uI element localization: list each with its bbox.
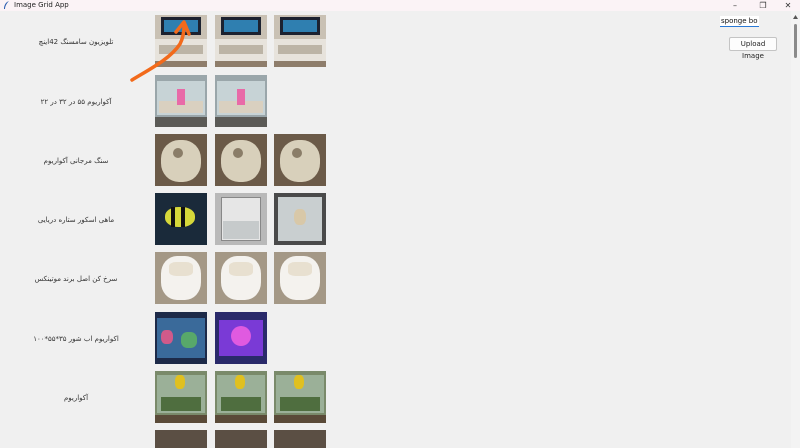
thumbnail-image[interactable] [155, 252, 207, 304]
thumbnail-image[interactable] [274, 15, 326, 67]
row-label: آکواریوم [63, 394, 89, 402]
row-label: ماهی اسکور ستاره دریایی [37, 216, 115, 224]
grid-row: سرخ کن اصل برند موتینکس [0, 252, 360, 306]
thumbnail-image[interactable] [155, 430, 207, 448]
vertical-scrollbar[interactable] [791, 11, 800, 448]
thumbnail-image[interactable] [215, 15, 267, 67]
thumbnail-image[interactable] [215, 134, 267, 186]
maximize-button[interactable]: ❐ [750, 0, 776, 11]
thumbnail-image[interactable] [155, 134, 207, 186]
scrollbar-thumb[interactable] [794, 24, 797, 58]
thumbnail-image[interactable] [215, 252, 267, 304]
window-title: Image Grid App [14, 1, 69, 9]
thumbnail-image[interactable] [215, 312, 267, 364]
grid-row: اکواریوم اب شور ۳۵*۵۵*۱۰۰ [0, 312, 360, 366]
thumbnail-image[interactable] [155, 193, 207, 245]
thumbnail-image[interactable] [274, 193, 326, 245]
thumbnail-image[interactable] [155, 371, 207, 423]
search-input[interactable] [720, 16, 759, 27]
thumbnail-image[interactable] [274, 430, 326, 448]
close-button[interactable]: ✕ [775, 0, 800, 11]
thumbnail-image[interactable] [215, 75, 267, 127]
row-label: سرخ کن اصل برند موتینکس [34, 275, 118, 283]
grid-row: ماهی اسکور ستاره دریایی [0, 193, 360, 247]
minimize-button[interactable]: – [722, 0, 748, 11]
thumbnail-image[interactable] [274, 371, 326, 423]
grid-row: آکواریوم [0, 371, 360, 425]
feather-icon [4, 1, 9, 9]
thumbnail-image[interactable] [274, 134, 326, 186]
scroll-up-icon[interactable] [792, 14, 799, 20]
title-bar: Image Grid App – ❐ ✕ [0, 0, 800, 11]
thumbnail-image[interactable] [215, 193, 267, 245]
row-label: اکواریوم اب شور ۳۵*۵۵*۱۰۰ [33, 335, 119, 343]
thumbnail-image[interactable] [274, 252, 326, 304]
upload-image-button[interactable]: Upload Image [729, 37, 777, 60]
thumbnail-image[interactable] [215, 430, 267, 448]
row-label: سنگ مرجانی آکواریوم [43, 157, 109, 165]
grid-row: سنگ مرجانی آکواریوم [0, 134, 360, 188]
annotation-arrow-icon [130, 20, 191, 82]
thumbnail-image[interactable] [155, 312, 207, 364]
thumbnail-image[interactable] [215, 371, 267, 423]
